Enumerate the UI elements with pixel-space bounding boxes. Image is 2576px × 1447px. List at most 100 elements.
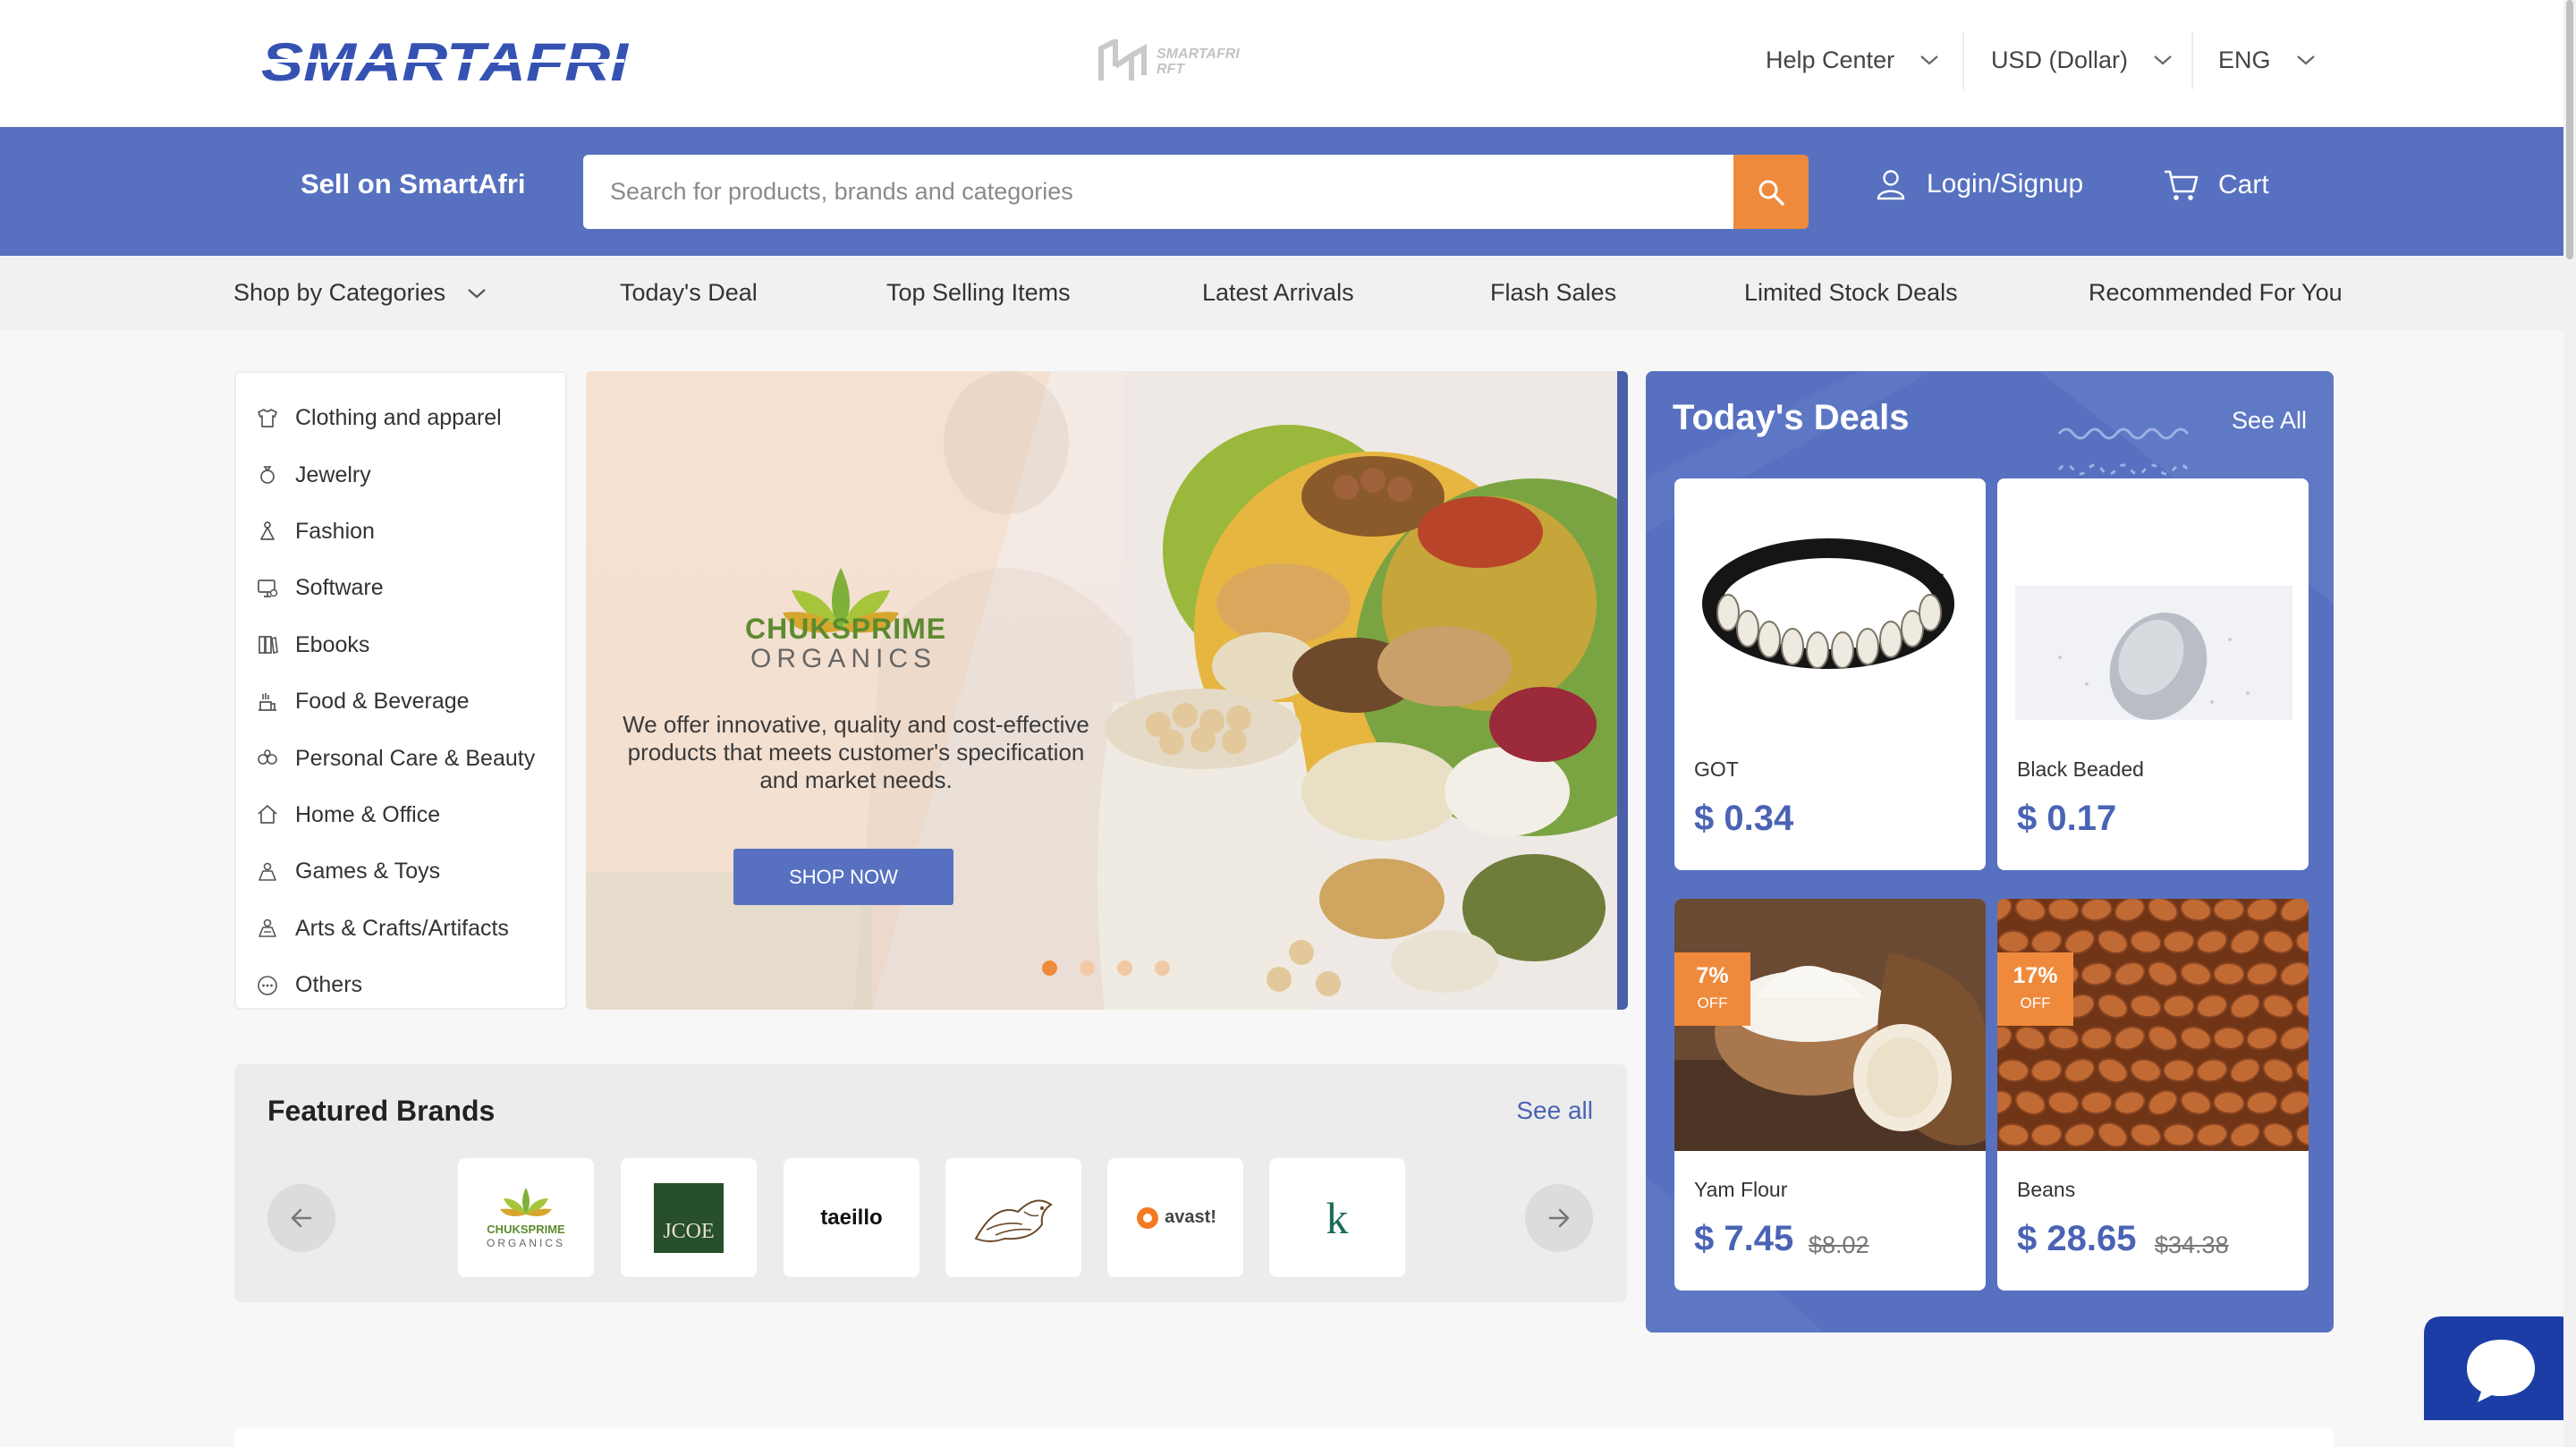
sidebar-item-software[interactable]: Software bbox=[236, 560, 565, 616]
chat-bubble-icon bbox=[2424, 1316, 2576, 1420]
deal-old-price: $8.02 bbox=[1809, 1231, 1869, 1258]
brand-tile-chuksprime[interactable]: CHUKSPRIME ORGANICS bbox=[458, 1158, 594, 1277]
brand-tile-k[interactable]: k bbox=[1269, 1158, 1405, 1277]
sidebar-item-food[interactable]: Food & Beverage bbox=[236, 673, 565, 730]
carousel-dot[interactable] bbox=[1155, 960, 1170, 976]
deal-card[interactable]: 7% OFF Yam Flour $ 7.45 $8.02 bbox=[1674, 899, 1986, 1290]
arrow-right-icon bbox=[1548, 1208, 1570, 1228]
games-icon bbox=[258, 862, 276, 881]
search-input[interactable] bbox=[583, 155, 1735, 229]
hero-brand-subtitle: ORGANICS bbox=[750, 644, 937, 673]
nav-flash-sales[interactable]: Flash Sales bbox=[1490, 279, 1616, 307]
jewelry-icon bbox=[260, 466, 275, 484]
brands-next-button[interactable] bbox=[1525, 1184, 1593, 1252]
help-center-dropdown[interactable]: Help Center bbox=[1766, 39, 1939, 80]
discount-percent: 7% bbox=[1696, 963, 1729, 988]
bean-shape bbox=[1997, 929, 2029, 954]
chevron-down-icon bbox=[2296, 55, 2315, 65]
bean-shape bbox=[2163, 1059, 2195, 1082]
carousel-dots bbox=[1042, 960, 1170, 976]
smartafri-logo-wordmark: SMARTAFRI bbox=[261, 32, 630, 92]
sidebar-item-others[interactable]: Others bbox=[236, 957, 565, 1013]
cart-link[interactable]: Cart bbox=[2163, 168, 2269, 202]
deal-price: $ 0.17 bbox=[2017, 799, 2117, 838]
nav-limited-stock[interactable]: Limited Stock Deals bbox=[1744, 279, 1958, 307]
brand-name: CHUKSPRIME bbox=[487, 1223, 565, 1236]
avast-logo-icon bbox=[1137, 1206, 1159, 1229]
chevron-down-icon bbox=[2154, 55, 2172, 65]
shop-now-button[interactable]: SHOP NOW bbox=[733, 849, 953, 905]
login-signup-link[interactable]: Login/Signup bbox=[1875, 168, 2083, 200]
deal-name: Beans bbox=[2017, 1178, 2076, 1201]
bean-shape bbox=[2163, 994, 2195, 1019]
arts-icon bbox=[258, 918, 276, 938]
smartafri-logo[interactable]: SMARTAFRI SMARTAFRI bbox=[258, 32, 633, 92]
sidebar-item-home[interactable]: Home & Office bbox=[236, 787, 565, 843]
discount-percent: 17% bbox=[2012, 963, 2058, 988]
taeillo-logo: taeillo bbox=[820, 1205, 883, 1230]
divider bbox=[2191, 32, 2193, 89]
sidebar-item-arts[interactable]: Arts & Crafts/Artifacts bbox=[236, 901, 565, 957]
sidebar-item-label: Ebooks bbox=[295, 631, 370, 657]
todays-deals-see-all[interactable]: See All bbox=[2232, 407, 2307, 435]
sidebar-item-fashion[interactable]: Fashion bbox=[236, 503, 565, 560]
sell-link[interactable]: Sell on SmartAfri bbox=[301, 168, 526, 200]
sidebar-item-clothing[interactable]: Clothing and apparel bbox=[236, 390, 565, 446]
carousel-dot[interactable] bbox=[1042, 960, 1057, 976]
deal-old-price: $34.38 bbox=[2155, 1231, 2229, 1258]
scrollbar-thumb[interactable] bbox=[2566, 0, 2573, 259]
language-label: ENG bbox=[2218, 46, 2271, 73]
food-icon bbox=[258, 692, 276, 711]
deal-card[interactable]: GOT $ 0.34 bbox=[1674, 478, 1986, 870]
beauty-icon bbox=[258, 749, 277, 765]
hero-next-slide-edge bbox=[1617, 371, 1628, 1010]
sidebar-item-label: Jewelry bbox=[295, 461, 371, 487]
bean-shape bbox=[2213, 961, 2245, 986]
nav-top-selling[interactable]: Top Selling Items bbox=[886, 279, 1071, 307]
sidebar-item-label: Games & Toys bbox=[295, 859, 441, 884]
nav-todays-deal[interactable]: Today's Deal bbox=[620, 279, 758, 307]
bird-logo-icon bbox=[974, 1199, 1053, 1242]
deal-card[interactable]: Black Beaded $ 0.17 bbox=[1997, 478, 2309, 870]
sidebar-item-label: Home & Office bbox=[295, 801, 441, 827]
next-section-panel bbox=[234, 1427, 2334, 1447]
currency-dropdown[interactable]: USD (Dollar) bbox=[1991, 39, 2173, 80]
language-dropdown[interactable]: ENG bbox=[2218, 39, 2316, 80]
others-icon bbox=[258, 975, 277, 995]
brand-tile-bird[interactable] bbox=[945, 1158, 1081, 1277]
brand-tile-taeillo[interactable]: taeillo bbox=[784, 1158, 919, 1277]
category-sidebar: Clothing and apparel Jewelry Fashion Sof… bbox=[234, 371, 567, 1010]
user-icon bbox=[1877, 170, 1905, 200]
nav-recommended[interactable]: Recommended For You bbox=[2089, 279, 2343, 307]
brand-tile-avast[interactable]: avast! bbox=[1107, 1158, 1243, 1277]
sidebar-item-jewelry[interactable]: Jewelry bbox=[236, 446, 565, 503]
divider bbox=[1962, 32, 1964, 89]
deal-price: $ 7.45 bbox=[1694, 1219, 1794, 1258]
shop-by-categories-dropdown[interactable]: Shop by Categories bbox=[233, 279, 487, 307]
chat-widget-button[interactable] bbox=[2424, 1316, 2576, 1420]
bean-shape bbox=[2163, 1122, 2195, 1147]
carousel-dot[interactable] bbox=[1080, 960, 1095, 976]
hero-description: We offer innovative, quality and cost-ef… bbox=[623, 711, 1089, 793]
brand-tile-jcoe[interactable]: JCOE bbox=[621, 1158, 757, 1277]
sidebar-item-label: Fashion bbox=[295, 518, 375, 544]
bean-shape bbox=[2080, 1090, 2113, 1115]
sidebar-item-ebooks[interactable]: Ebooks bbox=[236, 617, 565, 673]
discount-off-label: OFF bbox=[1697, 994, 1728, 1011]
discount-off-label: OFF bbox=[2020, 994, 2051, 1011]
featured-brands-see-all[interactable]: See all bbox=[1516, 1096, 1593, 1125]
product-image-beads bbox=[1997, 478, 2309, 731]
todays-deals-title: Today's Deals bbox=[1673, 398, 1910, 437]
avast-logo: avast! bbox=[1134, 1205, 1216, 1231]
brands-prev-button[interactable] bbox=[267, 1184, 335, 1252]
search-button[interactable] bbox=[1733, 155, 1809, 229]
sidebar-item-games[interactable]: Games & Toys bbox=[236, 843, 565, 900]
deal-card[interactable]: 17% OFF Beans $ 28.65 $34.38 bbox=[1997, 899, 2309, 1290]
clothing-icon bbox=[258, 408, 277, 427]
nav-latest-arrivals[interactable]: Latest Arrivals bbox=[1202, 279, 1354, 307]
bean-shape bbox=[2213, 899, 2245, 922]
todays-deals-section: Today's Deals See All GOT $ 0.34 Black B… bbox=[1646, 371, 2334, 1333]
product-image-bracelet bbox=[1674, 478, 1986, 731]
sidebar-item-beauty[interactable]: Personal Care & Beauty bbox=[236, 730, 565, 786]
carousel-dot[interactable] bbox=[1117, 960, 1132, 976]
